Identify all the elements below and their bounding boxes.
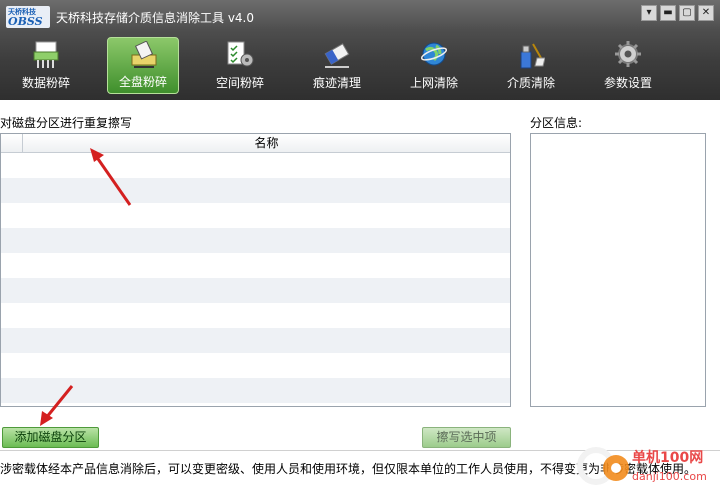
shredder-icon	[33, 41, 59, 68]
tab-data-shred[interactable]: 数据粉碎	[10, 37, 82, 94]
tab-media-clean[interactable]: 介质清除	[495, 37, 567, 94]
list-row[interactable]	[1, 278, 510, 303]
gear-icon	[615, 41, 641, 67]
list-row[interactable]	[1, 328, 510, 353]
watermark-url: danji100.com	[632, 470, 707, 483]
list-row[interactable]	[1, 253, 510, 278]
tab-label: 数据粉碎	[21, 76, 70, 90]
tab-internet-clean[interactable]: 上网清除	[398, 37, 470, 94]
tab-settings[interactable]: 参数设置	[592, 37, 664, 94]
section-label: 对磁盘分区进行重复擦写	[0, 116, 133, 130]
app-logo: 天桥科技 OBSS	[6, 6, 50, 28]
tab-label: 介质清除	[506, 76, 555, 90]
maximize-button[interactable]: ▢	[679, 5, 695, 21]
window-title: 天桥科技存储介质信息消除工具 v4.0	[56, 11, 255, 25]
tab-label: 参数设置	[603, 76, 652, 90]
partition-list[interactable]: 名称	[0, 133, 511, 407]
space-shred-icon	[227, 41, 254, 67]
minimize-button[interactable]: ▬	[660, 5, 676, 21]
tab-label: 痕迹清理	[312, 76, 361, 90]
logo-main-text: OBSS	[8, 15, 43, 28]
list-row[interactable]	[1, 153, 510, 178]
tab-trace-clean[interactable]: 痕迹清理	[301, 37, 373, 94]
globe-icon	[420, 42, 448, 66]
list-row[interactable]	[1, 203, 510, 228]
watermark-title: 单机100网	[632, 449, 703, 466]
list-row[interactable]	[1, 378, 510, 403]
tab-label: 空间粉碎	[215, 76, 264, 90]
eraser-icon	[324, 43, 350, 68]
title-and-toolbar: 天桥科技 OBSS 天桥科技存储介质信息消除工具 v4.0 ▾ ▬ ▢ ✕ 数据…	[0, 0, 720, 100]
list-row[interactable]	[1, 303, 510, 328]
tab-label: 上网清除	[409, 76, 458, 90]
partition-info-box	[530, 133, 706, 407]
partition-info-label: 分区信息:	[530, 116, 583, 130]
list-row[interactable]	[1, 353, 510, 378]
tab-full-disk-shred[interactable]: 全盘粉碎	[107, 37, 179, 94]
disk-shred-icon	[131, 41, 157, 68]
usb-brush-icon	[520, 43, 545, 69]
main-panel: 对磁盘分区进行重复擦写 分区信息: 名称 添加磁盘分区 擦写选中项 涉密载体经本…	[0, 100, 720, 488]
wipe-selected-button[interactable]: 擦写选中项	[422, 427, 511, 448]
tab-label: 全盘粉碎	[118, 75, 167, 89]
window-controls: ▾ ▬ ▢ ✕	[641, 5, 714, 21]
skin-menu-button[interactable]: ▾	[641, 5, 657, 21]
name-column-header[interactable]: 名称	[23, 134, 510, 152]
close-button[interactable]: ✕	[698, 5, 714, 21]
watermark-logo: 单机100网 danji100.com	[577, 447, 707, 485]
add-partition-button[interactable]: 添加磁盘分区	[2, 427, 99, 448]
list-header: 名称	[1, 134, 510, 153]
list-row[interactable]	[1, 228, 510, 253]
tab-space-shred[interactable]: 空间粉碎	[204, 37, 276, 94]
select-column-header[interactable]	[1, 134, 23, 152]
toolbar-tabs: 数据粉碎 全盘粉碎 空间粉碎 痕迹清理 上网清除 介质清除 参数设置	[10, 37, 689, 94]
list-row[interactable]	[1, 178, 510, 203]
